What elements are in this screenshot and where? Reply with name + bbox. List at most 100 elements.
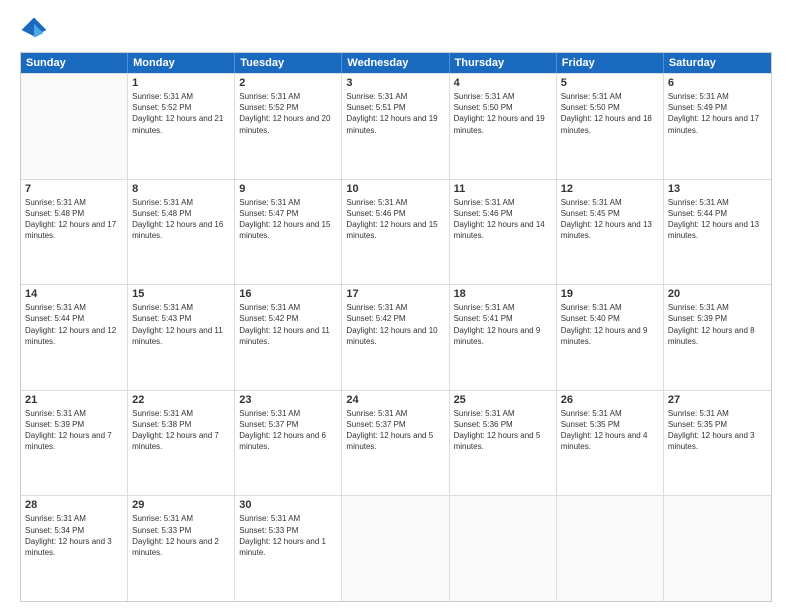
day-number: 5	[561, 77, 659, 89]
cal-cell: 17 Sunrise: 5:31 AM Sunset: 5:42 PM Dayli…	[342, 285, 449, 390]
cal-cell: 30 Sunrise: 5:31 AM Sunset: 5:33 PM Dayli…	[235, 496, 342, 601]
week-row-5: 28 Sunrise: 5:31 AM Sunset: 5:34 PM Dayli…	[21, 495, 771, 601]
day-number: 2	[239, 77, 337, 89]
cal-cell: 25Sunrise: 5:31 AM Sunset: 5:36 PM Dayli…	[450, 391, 557, 496]
logo	[20, 16, 52, 44]
cal-cell: 27 Sunrise: 5:31 AM Sunset: 5:35 PM Dayli…	[664, 391, 771, 496]
cal-cell: 29Sunrise: 5:31 AM Sunset: 5:33 PM Dayli…	[128, 496, 235, 601]
cal-cell: 28 Sunrise: 5:31 AM Sunset: 5:34 PM Dayli…	[21, 496, 128, 601]
cell-info: Sunrise: 5:31 AM Sunset: 5:52 PM Dayligh…	[132, 91, 230, 136]
day-number: 22	[132, 394, 230, 406]
day-number: 7	[25, 183, 123, 195]
cell-info: Sunrise: 5:31 AM Sunset: 5:52 PM Dayligh…	[239, 91, 337, 136]
header-day-thursday: Thursday	[450, 53, 557, 73]
day-number: 14	[25, 288, 123, 300]
cell-info: Sunrise: 5:31 AM Sunset: 5:36 PM Dayligh…	[454, 408, 552, 453]
cal-cell: 22Sunrise: 5:31 AM Sunset: 5:38 PM Dayli…	[128, 391, 235, 496]
day-number: 17	[346, 288, 444, 300]
cell-info: Sunrise: 5:31 AM Sunset: 5:40 PM Dayligh…	[561, 302, 659, 347]
cal-cell: 20 Sunrise: 5:31 AM Sunset: 5:39 PM Dayli…	[664, 285, 771, 390]
cell-info: Sunrise: 5:31 AM Sunset: 5:45 PM Dayligh…	[561, 197, 659, 242]
cell-info: Sunrise: 5:31 AM Sunset: 5:50 PM Dayligh…	[561, 91, 659, 136]
day-number: 9	[239, 183, 337, 195]
cell-info: Sunrise: 5:31 AM Sunset: 5:47 PM Dayligh…	[239, 197, 337, 242]
cal-cell	[342, 496, 449, 601]
cell-info: Sunrise: 5:31 AM Sunset: 5:35 PM Dayligh…	[561, 408, 659, 453]
day-number: 20	[668, 288, 767, 300]
cal-cell: 8Sunrise: 5:31 AM Sunset: 5:48 PM Daylig…	[128, 180, 235, 285]
cal-cell: 19 Sunrise: 5:31 AM Sunset: 5:40 PM Dayli…	[557, 285, 664, 390]
cell-info: Sunrise: 5:31 AM Sunset: 5:44 PM Dayligh…	[25, 302, 123, 347]
cal-cell: 12Sunrise: 5:31 AM Sunset: 5:45 PM Dayli…	[557, 180, 664, 285]
cell-info: Sunrise: 5:31 AM Sunset: 5:46 PM Dayligh…	[454, 197, 552, 242]
cal-cell: 5 Sunrise: 5:31 AM Sunset: 5:50 PM Daylig…	[557, 74, 664, 179]
cal-cell: 15 Sunrise: 5:31 AM Sunset: 5:43 PM Dayli…	[128, 285, 235, 390]
week-row-3: 14 Sunrise: 5:31 AM Sunset: 5:44 PM Dayli…	[21, 284, 771, 390]
day-number: 21	[25, 394, 123, 406]
week-row-1: 1 Sunrise: 5:31 AM Sunset: 5:52 PM Daylig…	[21, 73, 771, 179]
day-number: 19	[561, 288, 659, 300]
header-day-friday: Friday	[557, 53, 664, 73]
cell-info: Sunrise: 5:31 AM Sunset: 5:44 PM Dayligh…	[668, 197, 767, 242]
page: SundayMondayTuesdayWednesdayThursdayFrid…	[0, 0, 792, 612]
cal-cell: 6 Sunrise: 5:31 AM Sunset: 5:49 PM Daylig…	[664, 74, 771, 179]
day-number: 27	[668, 394, 767, 406]
cell-info: Sunrise: 5:31 AM Sunset: 5:35 PM Dayligh…	[668, 408, 767, 453]
day-number: 6	[668, 77, 767, 89]
day-number: 10	[346, 183, 444, 195]
cal-cell: 11 Sunrise: 5:31 AM Sunset: 5:46 PM Dayli…	[450, 180, 557, 285]
cal-cell: 13 Sunrise: 5:31 AM Sunset: 5:44 PM Dayli…	[664, 180, 771, 285]
calendar-header: SundayMondayTuesdayWednesdayThursdayFrid…	[21, 53, 771, 73]
day-number: 28	[25, 499, 123, 511]
cell-info: Sunrise: 5:31 AM Sunset: 5:42 PM Dayligh…	[239, 302, 337, 347]
header-day-sunday: Sunday	[21, 53, 128, 73]
cell-info: Sunrise: 5:31 AM Sunset: 5:48 PM Dayligh…	[132, 197, 230, 242]
day-number: 30	[239, 499, 337, 511]
day-number: 11	[454, 183, 552, 195]
logo-icon	[20, 16, 48, 44]
cal-cell: 18Sunrise: 5:31 AM Sunset: 5:41 PM Dayli…	[450, 285, 557, 390]
cal-cell: 3Sunrise: 5:31 AM Sunset: 5:51 PM Daylig…	[342, 74, 449, 179]
cell-info: Sunrise: 5:31 AM Sunset: 5:37 PM Dayligh…	[346, 408, 444, 453]
cell-info: Sunrise: 5:31 AM Sunset: 5:49 PM Dayligh…	[668, 91, 767, 136]
cell-info: Sunrise: 5:31 AM Sunset: 5:48 PM Dayligh…	[25, 197, 123, 242]
cal-cell: 21Sunrise: 5:31 AM Sunset: 5:39 PM Dayli…	[21, 391, 128, 496]
day-number: 16	[239, 288, 337, 300]
cell-info: Sunrise: 5:31 AM Sunset: 5:42 PM Dayligh…	[346, 302, 444, 347]
cell-info: Sunrise: 5:31 AM Sunset: 5:39 PM Dayligh…	[668, 302, 767, 347]
calendar: SundayMondayTuesdayWednesdayThursdayFrid…	[20, 52, 772, 602]
cell-info: Sunrise: 5:31 AM Sunset: 5:46 PM Dayligh…	[346, 197, 444, 242]
day-number: 18	[454, 288, 552, 300]
cal-cell: 4Sunrise: 5:31 AM Sunset: 5:50 PM Daylig…	[450, 74, 557, 179]
cal-cell: 24 Sunrise: 5:31 AM Sunset: 5:37 PM Dayli…	[342, 391, 449, 496]
day-number: 4	[454, 77, 552, 89]
cell-info: Sunrise: 5:31 AM Sunset: 5:51 PM Dayligh…	[346, 91, 444, 136]
header	[20, 16, 772, 44]
cell-info: Sunrise: 5:31 AM Sunset: 5:34 PM Dayligh…	[25, 513, 123, 558]
cal-cell	[21, 74, 128, 179]
week-row-4: 21Sunrise: 5:31 AM Sunset: 5:39 PM Dayli…	[21, 390, 771, 496]
cal-cell: 10 Sunrise: 5:31 AM Sunset: 5:46 PM Dayli…	[342, 180, 449, 285]
cal-cell: 23 Sunrise: 5:31 AM Sunset: 5:37 PM Dayli…	[235, 391, 342, 496]
calendar-body: 1 Sunrise: 5:31 AM Sunset: 5:52 PM Daylig…	[21, 73, 771, 601]
cell-info: Sunrise: 5:31 AM Sunset: 5:33 PM Dayligh…	[239, 513, 337, 558]
cal-cell: 9 Sunrise: 5:31 AM Sunset: 5:47 PM Daylig…	[235, 180, 342, 285]
day-number: 29	[132, 499, 230, 511]
cal-cell	[450, 496, 557, 601]
header-day-wednesday: Wednesday	[342, 53, 449, 73]
day-number: 24	[346, 394, 444, 406]
cal-cell: 7 Sunrise: 5:31 AM Sunset: 5:48 PM Daylig…	[21, 180, 128, 285]
cal-cell	[557, 496, 664, 601]
cell-info: Sunrise: 5:31 AM Sunset: 5:37 PM Dayligh…	[239, 408, 337, 453]
cal-cell: 2 Sunrise: 5:31 AM Sunset: 5:52 PM Daylig…	[235, 74, 342, 179]
cal-cell: 16 Sunrise: 5:31 AM Sunset: 5:42 PM Dayli…	[235, 285, 342, 390]
day-number: 23	[239, 394, 337, 406]
header-day-monday: Monday	[128, 53, 235, 73]
day-number: 15	[132, 288, 230, 300]
cal-cell	[664, 496, 771, 601]
day-number: 1	[132, 77, 230, 89]
day-number: 13	[668, 183, 767, 195]
cell-info: Sunrise: 5:31 AM Sunset: 5:43 PM Dayligh…	[132, 302, 230, 347]
header-day-saturday: Saturday	[664, 53, 771, 73]
week-row-2: 7 Sunrise: 5:31 AM Sunset: 5:48 PM Daylig…	[21, 179, 771, 285]
